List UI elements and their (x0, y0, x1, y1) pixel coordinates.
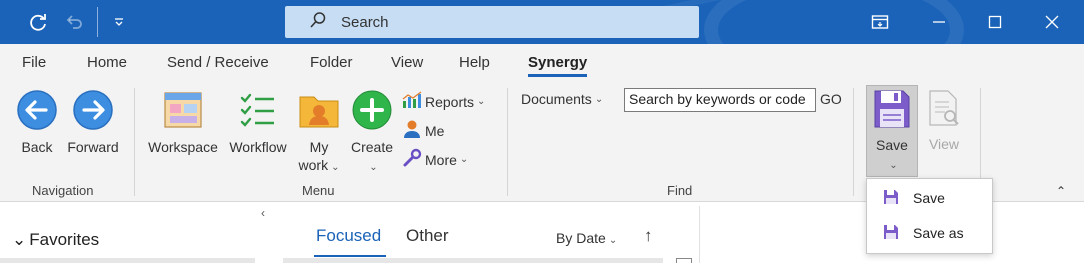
documents-dropdown[interactable]: Documents ⌄ (521, 91, 603, 107)
workspace-label: Workspace (148, 139, 218, 155)
menu-item-save-label: Save (913, 190, 945, 206)
tab-home[interactable]: Home (87, 54, 127, 71)
more-button[interactable]: More ⌄ (402, 148, 468, 171)
back-label: Back (21, 139, 53, 155)
me-button[interactable]: Me (402, 119, 444, 142)
ribbon-tabs: File Home Send / Receive Folder View Hel… (0, 44, 1084, 80)
find-search-input[interactable]: Search by keywords or code (624, 88, 816, 112)
chevron-down-icon: ⌄ (608, 235, 618, 246)
find-group-label: Find (667, 183, 693, 198)
message-list-strip (283, 258, 663, 263)
my-work-label-line1: My (309, 139, 329, 155)
workspace-button[interactable]: Workspace (146, 89, 220, 156)
group-separator (507, 88, 508, 196)
reports-label: Reports (425, 93, 475, 110)
chevron-down-icon: ⌄ (477, 96, 486, 107)
save-label: Save ⌄ (876, 136, 908, 175)
create-label-text: Create (350, 139, 394, 155)
back-button[interactable]: Back (15, 89, 59, 156)
my-work-label: My work ⌄ (299, 138, 340, 177)
folder-list-strip (0, 258, 255, 263)
tab-focused[interactable]: Focused (316, 226, 381, 246)
chevron-down-icon: ⌄ (459, 154, 469, 165)
save-dropdown-menu: Save Save as (866, 178, 993, 254)
menu-item-save-as-label: Save as (913, 225, 964, 241)
menu-item-save-as[interactable]: Save as (867, 217, 992, 249)
refresh-icon[interactable] (24, 0, 52, 44)
minimize-icon[interactable] (925, 0, 953, 44)
chevron-down-icon: ⌄ (594, 93, 604, 105)
chevron-down-icon: ⌄ (889, 160, 898, 171)
me-icon (402, 119, 425, 142)
workflow-icon (237, 89, 279, 134)
go-button[interactable]: GO (820, 91, 842, 107)
focused-underline (314, 255, 386, 257)
tab-other[interactable]: Other (406, 226, 449, 246)
reports-icon (402, 91, 425, 112)
tab-view[interactable]: View (391, 54, 423, 71)
tab-send-receive[interactable]: Send / Receive (167, 54, 269, 71)
more-label: More (425, 151, 457, 168)
collapse-ribbon-icon[interactable]: ⌃ (1056, 184, 1066, 198)
chevron-down-icon: ⌄ (369, 162, 378, 173)
reports-button[interactable]: Reports ⌄ (402, 91, 485, 112)
create-button[interactable]: Create ⌄ (348, 89, 396, 177)
view-icon (926, 88, 962, 131)
title-bar: Search (0, 0, 1084, 44)
save-as-icon (883, 224, 913, 243)
forward-label: Forward (67, 139, 119, 155)
favorites-label: Favorites (29, 230, 100, 249)
sort-direction-icon[interactable]: ↑ (644, 226, 653, 246)
save-button-content: Save ⌄ (870, 89, 914, 175)
workspace-icon (162, 89, 204, 134)
forward-icon (72, 89, 114, 134)
reading-pane-divider (699, 206, 700, 263)
menu-item-save[interactable]: Save (867, 182, 992, 214)
view-label: View (928, 136, 960, 152)
my-work-button[interactable]: My work ⌄ (296, 89, 342, 177)
ribbon-display-icon[interactable] (866, 0, 894, 44)
outlook-window: Search File Home Send / Receive Folder V… (0, 0, 1084, 263)
customize-qat-icon[interactable] (108, 0, 130, 44)
save-icon (883, 189, 913, 208)
back-icon (16, 89, 58, 134)
tab-synergy[interactable]: Synergy (528, 54, 588, 77)
documents-label: Documents (521, 91, 592, 107)
save-label-text: Save (876, 137, 908, 153)
titlebar-separator (97, 7, 98, 37)
view-button: View (924, 88, 964, 153)
collapse-folder-pane-icon[interactable]: ‹ (261, 206, 265, 220)
favorites-header[interactable]: ⌄ Favorites (12, 230, 99, 250)
forward-button[interactable]: Forward (66, 89, 120, 156)
save-button[interactable]: Save ⌄ (866, 85, 918, 177)
search-placeholder: Search (341, 13, 389, 31)
create-icon (351, 89, 393, 134)
select-checkbox[interactable] (676, 258, 692, 263)
tab-help[interactable]: Help (459, 54, 490, 71)
my-work-icon (298, 89, 340, 134)
more-icon (402, 148, 425, 171)
close-icon[interactable] (1038, 0, 1066, 44)
tab-file[interactable]: File (22, 54, 46, 71)
sort-by-label: By Date (556, 230, 606, 246)
maximize-icon[interactable] (981, 0, 1009, 44)
search-box[interactable]: Search (285, 6, 699, 38)
search-icon (309, 11, 341, 33)
menu-group-label: Menu (302, 183, 335, 198)
create-label: Create ⌄ (351, 138, 393, 177)
navigation-group-label: Navigation (32, 183, 94, 198)
me-label: Me (425, 122, 445, 139)
save-icon (873, 89, 911, 132)
group-separator (853, 88, 854, 196)
group-separator (134, 88, 135, 196)
workflow-button[interactable]: Workflow (225, 89, 291, 156)
workflow-label: Workflow (229, 139, 287, 155)
sort-by-dropdown[interactable]: By Date ⌄ (556, 230, 617, 246)
chevron-down-icon: ⌄ (331, 162, 340, 173)
my-work-label-line2: work (298, 157, 329, 173)
undo-icon[interactable] (60, 0, 88, 44)
chevron-down-icon: ⌄ (12, 230, 27, 249)
tab-folder[interactable]: Folder (310, 54, 353, 71)
